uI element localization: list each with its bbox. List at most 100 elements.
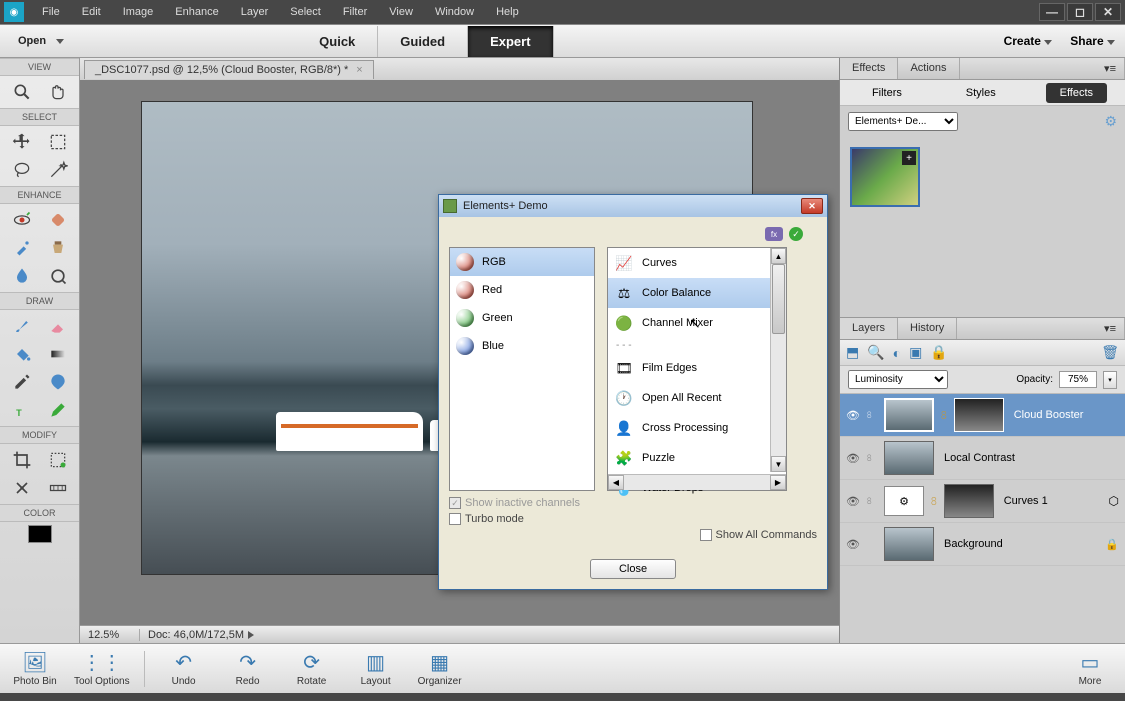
scroll-up-icon[interactable]: ▲ (771, 248, 786, 264)
doc-info[interactable]: Doc: 46,0M/172,5M (140, 629, 839, 641)
delete-layer-icon[interactable]: 🗑 (1101, 344, 1119, 361)
effect-thumbnail[interactable]: + (850, 147, 920, 207)
minimize-button[interactable]: — (1039, 3, 1065, 21)
new-layer-icon[interactable]: ⬒ (846, 344, 859, 361)
menu-image[interactable]: Image (113, 2, 164, 22)
checkbox-icon[interactable] (449, 513, 461, 525)
layer-search-icon[interactable]: 🔍 (867, 344, 884, 361)
layer-name[interactable]: Curves 1 (1000, 495, 1103, 507)
content-aware-tool[interactable] (5, 475, 39, 501)
brush-tool[interactable] (5, 313, 39, 339)
visibility-icon[interactable]: 👁 (846, 452, 860, 465)
layer-mask-icon[interactable]: ▣ (909, 344, 922, 361)
visibility-icon[interactable]: 👁 (846, 409, 860, 422)
fx-indicator-icon[interactable]: ⬡ (1109, 494, 1119, 508)
channel-green[interactable]: Green (450, 304, 594, 332)
mask-thumbnail[interactable] (954, 398, 1004, 432)
layer-row[interactable]: 👁 𝟾 𝟾 Cloud Booster (840, 394, 1125, 437)
foreground-color[interactable] (28, 525, 52, 543)
mode-expert[interactable]: Expert (468, 26, 553, 57)
vertical-scrollbar[interactable]: ▲ ▼ (770, 248, 786, 472)
blur-tool[interactable] (5, 263, 39, 289)
fx-badge-icon[interactable]: fx (765, 227, 783, 241)
close-tab-icon[interactable]: × (356, 64, 362, 76)
layer-thumbnail[interactable] (884, 398, 934, 432)
checkbox-icon[interactable] (700, 529, 712, 541)
channel-blue[interactable]: Blue (450, 332, 594, 360)
visibility-icon[interactable]: 👁 (846, 538, 860, 551)
link-icon[interactable]: 𝟾 (866, 410, 878, 421)
scroll-down-icon[interactable]: ▼ (771, 456, 786, 472)
open-button[interactable]: Open (10, 31, 72, 51)
horizontal-scrollbar[interactable]: ◀ ▶ (608, 474, 786, 490)
eraser-tool[interactable] (41, 313, 75, 339)
scroll-left-icon[interactable]: ◀ (608, 475, 624, 490)
layer-name[interactable]: Local Contrast (940, 452, 1119, 464)
hand-tool[interactable] (41, 79, 75, 105)
gradient-tool[interactable] (41, 341, 75, 367)
menu-enhance[interactable]: Enhance (165, 2, 228, 22)
mask-link-icon[interactable]: 𝟾 (940, 408, 948, 423)
scroll-right-icon[interactable]: ▶ (770, 475, 786, 490)
panel-flyout-icon[interactable]: ▾≡ (1096, 58, 1125, 79)
menu-help[interactable]: Help (486, 2, 529, 22)
mode-guided[interactable]: Guided (378, 26, 468, 57)
sponge-tool[interactable] (41, 263, 75, 289)
channel-rgb[interactable]: RGB (450, 248, 594, 276)
command-curves[interactable]: 📈Curves (608, 248, 786, 278)
marquee-tool[interactable] (41, 129, 75, 155)
adjustment-thumbnail[interactable]: ⚙ (884, 486, 924, 516)
create-button[interactable]: Create (1004, 34, 1053, 48)
command-cross-processing[interactable]: 👤Cross Processing (608, 413, 786, 443)
command-puzzle[interactable]: 🧩Puzzle (608, 443, 786, 473)
lock-layer-icon[interactable]: 🔒 (930, 344, 947, 361)
menu-layer[interactable]: Layer (231, 2, 279, 22)
mask-thumbnail[interactable] (944, 484, 994, 518)
adjustment-layer-icon[interactable]: ◐ (893, 345, 901, 361)
menu-window[interactable]: Window (425, 2, 484, 22)
crop-tool[interactable] (5, 447, 39, 473)
redeye-tool[interactable] (5, 207, 39, 233)
ok-badge-icon[interactable]: ✓ (789, 227, 803, 241)
straighten-tool[interactable] (41, 475, 75, 501)
rotate-button[interactable]: ⟳Rotate (287, 650, 337, 687)
turbo-checkbox-row[interactable]: Turbo mode (449, 513, 817, 525)
eyedropper-tool[interactable] (5, 369, 39, 395)
subtab-filters[interactable]: Filters (858, 83, 916, 103)
command-color-balance[interactable]: ⚖Color Balance (608, 278, 786, 308)
blend-mode-select[interactable]: Luminosity (848, 370, 948, 389)
smart-brush-tool[interactable] (5, 235, 39, 261)
menu-file[interactable]: File (32, 2, 70, 22)
layer-thumbnail[interactable] (884, 441, 934, 475)
layer-name[interactable]: Cloud Booster (1010, 409, 1119, 421)
subtab-effects[interactable]: Effects (1046, 83, 1107, 103)
document-tab[interactable]: _DSC1077.psd @ 12,5% (Cloud Booster, RGB… (84, 60, 374, 79)
command-channel-mixer[interactable]: 🟢Channel Mixer (608, 308, 786, 338)
tab-history[interactable]: History (898, 318, 957, 339)
lasso-tool[interactable] (5, 157, 39, 183)
layer-row[interactable]: 👁 𝟾 Local Contrast (840, 437, 1125, 480)
layer-thumbnail[interactable] (884, 527, 934, 561)
mask-link-icon[interactable]: 𝟾 (930, 494, 938, 509)
clone-stamp-tool[interactable] (41, 235, 75, 261)
move-tool[interactable] (5, 129, 39, 155)
layer-row[interactable]: 👁 Background 🔒 (840, 523, 1125, 566)
redo-button[interactable]: ↷Redo (223, 650, 273, 687)
more-button[interactable]: ▭More (1065, 650, 1115, 687)
organizer-button[interactable]: ▦Organizer (415, 650, 465, 687)
recompose-tool[interactable] (41, 447, 75, 473)
layer-name[interactable]: Background (940, 538, 1099, 550)
link-icon[interactable]: 𝟾 (866, 453, 878, 464)
tab-layers[interactable]: Layers (840, 318, 898, 339)
menu-filter[interactable]: Filter (333, 2, 377, 22)
subtab-styles[interactable]: Styles (952, 83, 1010, 103)
tab-effects[interactable]: Effects (840, 58, 898, 79)
link-icon[interactable]: 𝟾 (866, 496, 878, 507)
zoom-tool[interactable] (5, 79, 39, 105)
share-button[interactable]: Share (1070, 34, 1115, 48)
panel-flyout-icon[interactable]: ▾≡ (1096, 318, 1125, 339)
menu-select[interactable]: Select (280, 2, 331, 22)
menu-edit[interactable]: Edit (72, 2, 111, 22)
mode-quick[interactable]: Quick (297, 26, 378, 57)
layer-row[interactable]: 👁 𝟾 ⚙ 𝟾 Curves 1 ⬡ (840, 480, 1125, 523)
